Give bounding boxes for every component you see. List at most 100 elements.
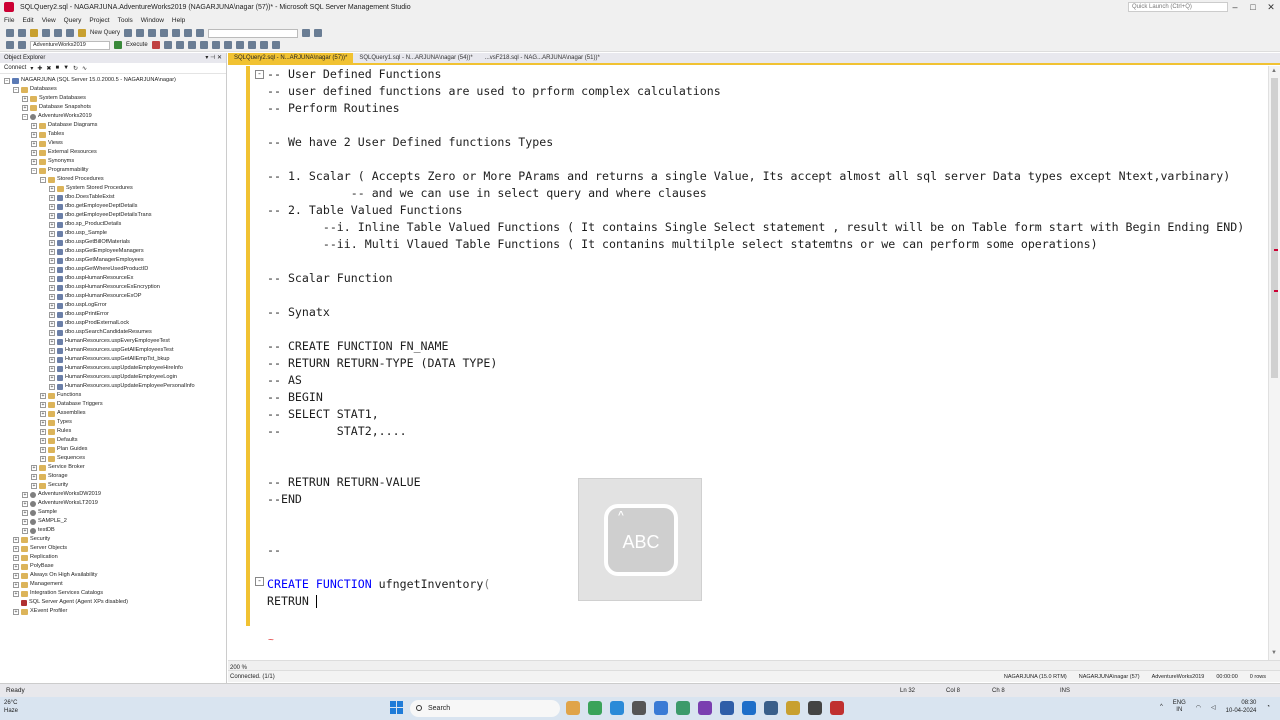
tree-node[interactable]: + External Resources bbox=[0, 148, 226, 157]
tree-node[interactable]: + dbo.DoesTableExist bbox=[0, 193, 226, 202]
expand-icon[interactable]: + bbox=[49, 347, 55, 354]
tree-node[interactable]: + dbo.uspGetManagerEmployees bbox=[0, 256, 226, 265]
tree-node[interactable]: + System Databases bbox=[0, 94, 226, 103]
new-project-icon[interactable] bbox=[30, 29, 38, 37]
expand-icon[interactable]: + bbox=[13, 563, 19, 570]
handwriting-keyboard-overlay[interactable]: ^ ABC bbox=[578, 478, 702, 601]
expand-icon[interactable]: + bbox=[31, 140, 37, 147]
expand-icon[interactable]: + bbox=[40, 392, 46, 399]
menu-help[interactable]: Help bbox=[172, 17, 185, 24]
solution-config-select[interactable] bbox=[208, 28, 299, 38]
expand-icon[interactable]: + bbox=[22, 509, 28, 516]
expand-icon[interactable]: + bbox=[13, 536, 19, 543]
expand-icon[interactable]: + bbox=[13, 608, 19, 615]
tree-node[interactable]: − NAGARJUNA (SQL Server 15.0.2000.5 - NAG… bbox=[0, 76, 226, 85]
expand-icon[interactable]: + bbox=[13, 581, 19, 588]
tree-node[interactable]: + Server Objects bbox=[0, 544, 226, 553]
app-icon[interactable] bbox=[654, 701, 668, 715]
save-all-icon[interactable] bbox=[66, 29, 74, 37]
tree-node[interactable]: + HumanResources.uspUpdateEmployeeHireInf… bbox=[0, 364, 226, 373]
start-icon[interactable] bbox=[390, 701, 404, 715]
expand-icon[interactable]: + bbox=[22, 500, 28, 507]
expand-icon[interactable]: + bbox=[13, 554, 19, 561]
tray-chevron-icon[interactable]: ^ bbox=[1160, 704, 1163, 710]
decrease-indent-icon[interactable] bbox=[259, 41, 268, 49]
tree-node[interactable]: + HumanResources.uspGetAllEmployeesTest bbox=[0, 346, 226, 355]
tree-node[interactable]: + Security bbox=[0, 535, 226, 544]
tree-node[interactable]: − Stored Procedures bbox=[0, 175, 226, 184]
expand-icon[interactable]: + bbox=[22, 491, 28, 498]
tree-node[interactable]: + PolyBase bbox=[0, 562, 226, 571]
notification-icon[interactable]: ◔ bbox=[1266, 704, 1270, 710]
save-icon[interactable] bbox=[54, 29, 62, 37]
expand-icon[interactable]: + bbox=[40, 410, 46, 417]
pin-icon[interactable]: ▾ ⊣ ✕ bbox=[205, 53, 222, 63]
tree-node[interactable]: + dbo.uspLogError bbox=[0, 301, 226, 310]
tree-node[interactable]: SQL Server Agent (Agent XPs disabled) bbox=[0, 598, 226, 607]
expand-icon[interactable]: + bbox=[40, 455, 46, 462]
expand-icon[interactable]: + bbox=[49, 311, 55, 318]
expand-icon[interactable]: + bbox=[13, 545, 19, 552]
language-indicator[interactable]: ENG IN bbox=[1173, 700, 1186, 714]
connect-icon[interactable] bbox=[6, 41, 14, 49]
app-icon[interactable] bbox=[676, 701, 690, 715]
query-editor[interactable]: - - -- User Defined Functions -- user def… bbox=[228, 66, 1268, 660]
tree-node[interactable]: + HumanResources.uspUpdateEmployeePersona… bbox=[0, 382, 226, 391]
tree-node[interactable]: + Replication bbox=[0, 553, 226, 562]
expand-icon[interactable]: + bbox=[13, 590, 19, 597]
tree-node[interactable]: + HumanResources.uspUpdateEmployeeLogin bbox=[0, 373, 226, 382]
menu-window[interactable]: Window bbox=[141, 17, 164, 24]
tree-node[interactable]: + Tables bbox=[0, 130, 226, 139]
expand-icon[interactable]: + bbox=[49, 302, 55, 309]
tree-node[interactable]: − Databases bbox=[0, 85, 226, 94]
expand-icon[interactable]: + bbox=[49, 293, 55, 300]
cut-icon[interactable] bbox=[148, 29, 157, 37]
copy-icon[interactable] bbox=[160, 29, 169, 37]
expand-icon[interactable]: + bbox=[49, 194, 55, 201]
tree-node[interactable]: + Defaults bbox=[0, 436, 226, 445]
tree-node[interactable]: + Database Triggers bbox=[0, 400, 226, 409]
disconnect-icon[interactable] bbox=[18, 41, 26, 49]
undo-icon[interactable] bbox=[184, 29, 193, 37]
tab-query-3[interactable]: ...vsF218.sql - NAG...ARJUNA\nagar (51))… bbox=[479, 53, 606, 63]
expand-icon[interactable]: + bbox=[31, 131, 37, 138]
connect-server-icon[interactable]: ✚ bbox=[37, 65, 42, 72]
disconnect-server-icon[interactable]: ✖ bbox=[46, 65, 51, 72]
refresh-icon[interactable]: ↻ bbox=[73, 65, 78, 72]
expand-icon[interactable]: + bbox=[31, 464, 37, 471]
display-plan-icon[interactable] bbox=[175, 41, 184, 49]
tree-node[interactable]: + Integration Services Catalogs bbox=[0, 589, 226, 598]
menu-project[interactable]: Project bbox=[89, 17, 109, 24]
new-query-icon[interactable] bbox=[78, 29, 86, 37]
intellisense-icon[interactable] bbox=[187, 41, 196, 49]
tree-node[interactable]: + Database Snapshots bbox=[0, 103, 226, 112]
tree-node[interactable]: + AdventureWorksLT2019 bbox=[0, 499, 226, 508]
tree-node[interactable]: + Synonyms bbox=[0, 157, 226, 166]
tree-node[interactable]: + Service Broker bbox=[0, 463, 226, 472]
app-icon[interactable] bbox=[764, 701, 778, 715]
collapse-icon[interactable]: − bbox=[4, 77, 10, 84]
tree-node[interactable]: + Plan Guides bbox=[0, 445, 226, 454]
tree-node[interactable]: + dbo.usp_Sample bbox=[0, 229, 226, 238]
stop-icon[interactable]: ■ bbox=[55, 65, 59, 71]
db-engine-query-icon[interactable] bbox=[124, 29, 133, 37]
tree-node[interactable]: + AdventureWorksDW2019 bbox=[0, 490, 226, 499]
expand-icon[interactable]: + bbox=[49, 239, 55, 246]
comment-icon[interactable] bbox=[235, 41, 244, 49]
expand-icon[interactable]: + bbox=[40, 419, 46, 426]
expand-icon[interactable]: + bbox=[49, 266, 55, 273]
forward-icon[interactable] bbox=[18, 29, 26, 37]
collapse-icon[interactable]: − bbox=[40, 176, 46, 183]
redo-icon[interactable] bbox=[196, 29, 205, 37]
expand-icon[interactable]: + bbox=[40, 428, 46, 435]
expand-icon[interactable]: + bbox=[49, 203, 55, 210]
tree-node[interactable]: + dbo.uspSearchCandidateResumes bbox=[0, 328, 226, 337]
menu-view[interactable]: View bbox=[42, 17, 56, 24]
expand-icon[interactable]: + bbox=[40, 446, 46, 453]
visual-studio-icon[interactable] bbox=[698, 701, 712, 715]
keyboard-icon[interactable]: ^ ABC bbox=[604, 504, 678, 576]
scroll-down-icon[interactable]: ▼ bbox=[1271, 650, 1277, 656]
tree-node[interactable]: + dbo.uspHumanResourceExOP bbox=[0, 292, 226, 301]
increase-indent-icon[interactable] bbox=[271, 41, 280, 49]
back-icon[interactable] bbox=[6, 29, 14, 37]
